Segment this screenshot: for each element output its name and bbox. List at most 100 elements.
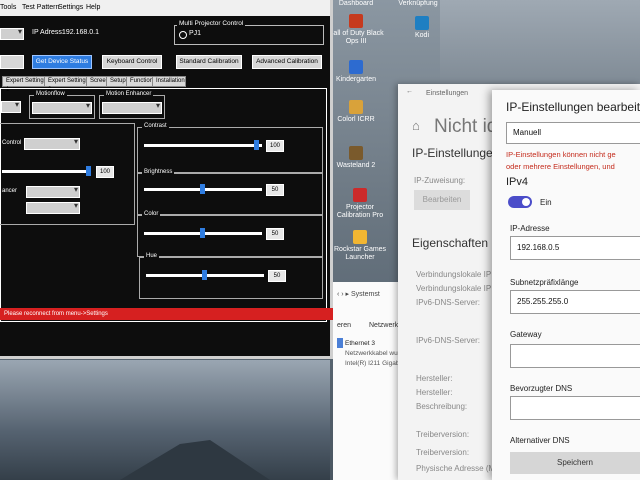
edit-button[interactable]: Bearbeiten (414, 190, 470, 210)
left-slider-thumb[interactable] (86, 166, 91, 176)
motionflow-title: Motionflow (34, 91, 67, 97)
multi-projector-title: Multi Projector Control (177, 20, 246, 27)
ip-address-input[interactable]: 192.168.0.5 (510, 236, 640, 260)
brightness-slider-thumb[interactable] (200, 184, 205, 194)
app-menubar: Tools Test Pattern Settings Help (0, 0, 330, 16)
color-group: Color 50 (137, 211, 323, 257)
hue-title: Hue (144, 253, 160, 259)
desktop-icon-label: Kodi (414, 32, 429, 39)
desktop-icon-kodi[interactable]: Kodi (392, 16, 452, 40)
enhancer-combo[interactable] (26, 185, 80, 198)
desktop-icon-colorl[interactable]: Colorl ICRR (326, 100, 386, 124)
projector-control-window: Tools Test Pattern Settings Help IP Adre… (0, 0, 334, 359)
cod-app-icon (349, 14, 363, 28)
link-local-label-2: Verbindungslokale IP (416, 284, 492, 293)
document-icon (349, 60, 363, 74)
rockstar-app-icon (353, 230, 367, 244)
projector-radio[interactable] (179, 31, 187, 39)
desktop-icon-cod[interactable]: Call of Duty Black Ops III (326, 14, 386, 46)
tab-expert-1[interactable]: Expert Setting 1 (2, 76, 48, 93)
advanced-calibration-button[interactable]: Advanced Calibration (252, 55, 322, 69)
brightness-title: Brightness (142, 169, 175, 175)
ipv6-dns-label-2: IPv6-DNS-Server: (416, 336, 481, 345)
network-adapter-icon (337, 338, 343, 348)
left-slider-value[interactable]: 100 (96, 166, 114, 178)
ip-assignment-label: IP-Zuweisung: (414, 176, 466, 185)
projector-calibration-app-icon (353, 188, 367, 202)
menu-settings[interactable]: Settings (58, 4, 83, 11)
tab-setup[interactable]: Setup (106, 76, 128, 87)
menu-test-pattern[interactable]: Test Pattern (22, 4, 59, 11)
contrast-value[interactable]: 100 (266, 140, 284, 152)
kodi-app-icon (415, 16, 429, 30)
desktop-icon-label: Kindergarten (335, 76, 377, 83)
description-label: Beschreibung: (416, 402, 468, 411)
desktop-icon-label: Wasteland 2 (336, 162, 376, 169)
hue-slider-thumb[interactable] (202, 270, 207, 280)
control-label: Control (2, 140, 22, 146)
keyboard-control-button[interactable]: Keyboard Control (102, 55, 162, 69)
explorer-column-1[interactable]: eren (337, 322, 351, 329)
desktop-icon-label: Rockstar Games Launcher (333, 246, 387, 261)
desktop-icon-label: Colorl ICRR (337, 116, 375, 123)
adapter-name[interactable]: Ethernet 3 (345, 340, 375, 347)
sub-combo[interactable] (26, 201, 80, 214)
ip-mode-select[interactable]: Manuell (506, 122, 640, 144)
contrast-slider-thumb[interactable] (254, 140, 259, 150)
motion-enhancer-title: Motion Enhancer (104, 91, 154, 97)
tab-expert-2[interactable]: Expert Setting 2 (44, 76, 90, 93)
brightness-value[interactable]: 50 (266, 184, 284, 196)
manufacturer-label-2: Hersteller: (416, 388, 453, 397)
contrast-slider-track[interactable] (144, 144, 262, 147)
color-slider-thumb[interactable] (200, 228, 205, 238)
wasteland-app-icon (349, 146, 363, 160)
left-group: Control 100 ancer (0, 123, 135, 225)
hue-value[interactable]: 50 (268, 270, 286, 282)
menu-help[interactable]: Help (86, 4, 100, 11)
back-arrow-icon[interactable]: ← (406, 88, 413, 95)
gateway-input[interactable] (510, 344, 640, 368)
driver-version-label: Treiberversion: (416, 430, 470, 439)
get-device-status-button[interactable]: Get Device Status (32, 55, 92, 69)
ipv6-dns-label: IPv6-DNS-Server: (416, 298, 481, 307)
ip-address-label: IP Adress: (32, 29, 64, 36)
colorl-app-icon (349, 100, 363, 114)
status-text: Please reconnect from menu->Settings (4, 311, 108, 317)
motion-enhancer-combo[interactable] (102, 101, 162, 114)
desktop-icon-shortcut[interactable]: Verknüpfung (388, 0, 448, 8)
ipv4-toggle[interactable] (508, 196, 532, 208)
breadcrumb-text: Systemst (351, 291, 380, 298)
desktop-icon-rockstar[interactable]: Rockstar Games Launcher (330, 230, 390, 262)
dialog-title: IP-Einstellungen bearbeiten (506, 100, 640, 114)
menu-tools[interactable]: Tools (0, 4, 16, 11)
standard-calibration-button[interactable]: Standard Calibration (176, 55, 242, 69)
desktop-icon-label: Dashboard (338, 0, 374, 7)
subnet-input[interactable]: 255.255.255.0 (510, 290, 640, 314)
color-value[interactable]: 50 (266, 228, 284, 240)
control-combo[interactable] (24, 137, 80, 150)
connection-combo[interactable] (0, 27, 24, 40)
motionflow-combo[interactable] (32, 101, 92, 114)
alternate-dns-label: Alternativer DNS (510, 436, 570, 445)
desktop-icon-label: Projector Calibration Pro (336, 204, 384, 219)
left-slider-track[interactable] (2, 170, 90, 173)
preferred-dns-label: Bevorzugter DNS (510, 384, 573, 393)
connect-button[interactable] (0, 55, 24, 69)
desktop-icon-wasteland[interactable]: Wasteland 2 (326, 146, 386, 170)
hue-group: Hue 50 (139, 253, 323, 299)
home-icon[interactable]: ⌂ (412, 118, 420, 133)
settings-title: Einstellungen (426, 90, 469, 97)
tab-installation[interactable]: Installation (152, 76, 186, 87)
settings-panel: Motionflow Motion Enhancer Control 100 a… (0, 88, 327, 322)
picture-combo[interactable] (1, 100, 21, 113)
link-local-label: Verbindungslokale IP (416, 270, 492, 279)
desktop-icon-dashboard[interactable]: Dashboard (326, 0, 386, 8)
desktop-icon-projector-calibration[interactable]: Projector Calibration Pro (330, 188, 390, 220)
desktop-icon-kindergarten[interactable]: Kindergarten (326, 60, 386, 84)
preferred-dns-input[interactable] (510, 396, 640, 420)
ip-settings-dialog: IP-Einstellungen bearbeiten Manuell IP-E… (492, 90, 640, 480)
desktop-icon-label: Verknüpfung (398, 0, 438, 7)
explorer-breadcrumb[interactable]: ‹ › ▸ Systemst (337, 290, 380, 298)
properties-heading: Eigenschaften (412, 236, 489, 250)
save-button[interactable]: Speichern (510, 452, 640, 474)
